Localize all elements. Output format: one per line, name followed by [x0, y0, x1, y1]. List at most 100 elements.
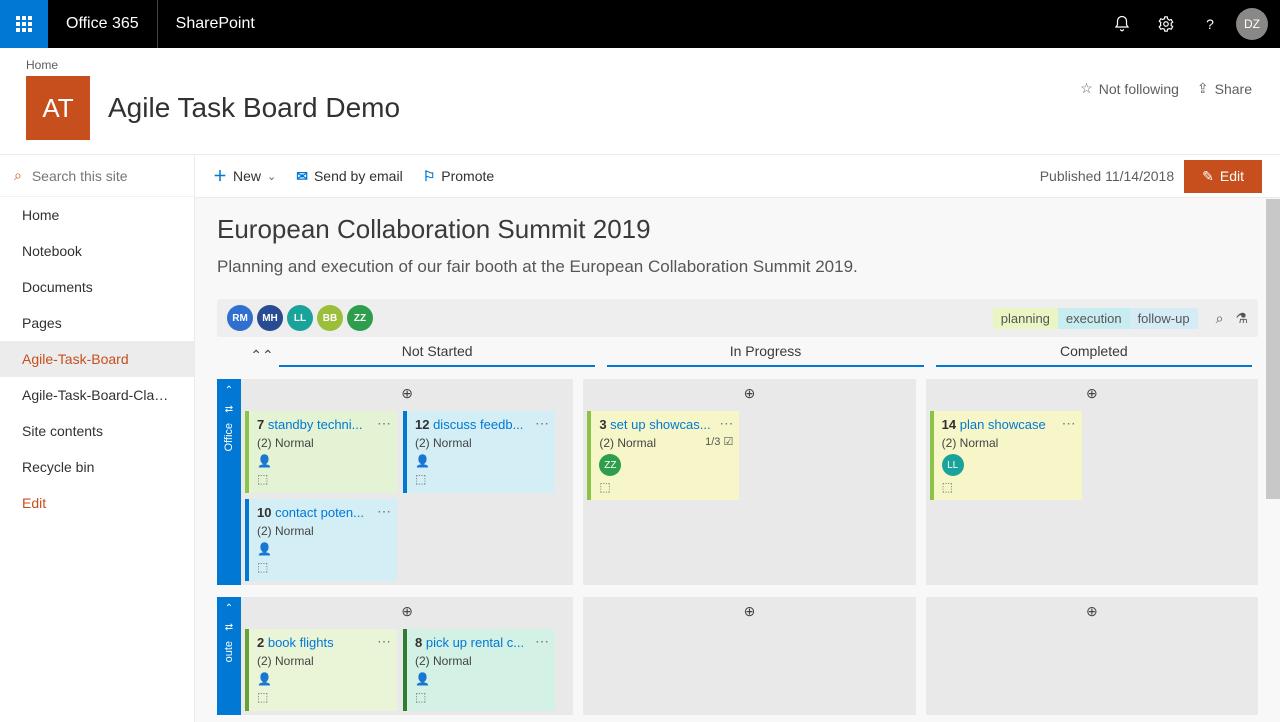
page-title: European Collaboration Summit 2019: [217, 214, 1258, 245]
card-menu-icon[interactable]: ⋯: [377, 415, 391, 432]
card-8[interactable]: ⋯8 pick up rental c... (2) Normal 👤 ⬚: [403, 629, 555, 711]
swap-icon[interactable]: ⇄: [225, 404, 233, 415]
lane-1-col-1: ⊕: [583, 597, 915, 715]
card-title: 14 plan showcase: [942, 417, 1074, 432]
card-priority: (2) Normal: [257, 524, 389, 538]
collapse-all-icon[interactable]: ⌃⌃: [251, 347, 273, 364]
settings-icon[interactable]: [1144, 0, 1188, 48]
cmd-promote[interactable]: ⚐Promote: [423, 168, 494, 185]
person-rm[interactable]: RM: [227, 305, 253, 331]
add-card-button[interactable]: ⊕: [583, 379, 915, 407]
lane-strip-office[interactable]: ⌃ ⇄ Office: [217, 379, 241, 585]
breadcrumb[interactable]: Home: [26, 58, 1260, 72]
card-title: 3 set up showcas...: [599, 417, 731, 432]
card-title: 10 contact poten...: [257, 505, 389, 520]
help-icon[interactable]: ?: [1188, 0, 1232, 48]
tag-planning[interactable]: planning: [993, 308, 1058, 329]
lane-0-col-1: ⊕ ⋯3 set up showcas...(2) Normal1/3 ☑ZZ⬚: [583, 379, 915, 585]
search-input[interactable]: [32, 168, 172, 184]
card-menu-icon[interactable]: ⋯: [377, 503, 391, 520]
person-ll[interactable]: LL: [287, 305, 313, 331]
card-7[interactable]: ⋯7 standby techni...(2) Normal👤⬚: [245, 411, 397, 493]
add-card-button[interactable]: ⊕: [583, 597, 915, 625]
tag-icon: ⬚: [415, 690, 547, 704]
brand-sharepoint[interactable]: SharePoint: [158, 0, 273, 48]
lane-label: oute: [223, 641, 235, 662]
tag-execution[interactable]: execution: [1058, 308, 1130, 329]
lane-0-col-0: ⊕⋯7 standby techni...(2) Normal👤⬚⋯12 dis…: [241, 379, 573, 585]
column-in-progress[interactable]: In Progress: [607, 343, 923, 367]
add-card-button[interactable]: ⊕: [926, 379, 1258, 407]
card-menu-icon[interactable]: ⋯: [377, 633, 391, 650]
lane-label: Office: [223, 423, 235, 452]
board-search-icon[interactable]: ⌕: [1216, 310, 1224, 327]
site-search[interactable]: ⌕: [0, 155, 194, 197]
card-10[interactable]: ⋯10 contact poten...(2) Normal👤⬚: [245, 499, 397, 581]
chevron-up-icon[interactable]: ⌃: [225, 603, 233, 614]
tag-icon: ⬚: [257, 690, 389, 704]
tag-follow-up[interactable]: follow-up: [1130, 308, 1198, 329]
person-icon: 👤: [257, 672, 389, 686]
card-title: 2 book flights: [257, 635, 389, 650]
nav-item-edit[interactable]: Edit: [0, 485, 194, 521]
edit-button[interactable]: ✎Edit: [1184, 160, 1262, 193]
pencil-icon: ✎: [1202, 168, 1214, 185]
add-card-button[interactable]: ⊕: [241, 597, 573, 625]
app-launcher[interactable]: [0, 0, 48, 48]
waffle-icon: [16, 16, 32, 32]
card-12[interactable]: ⋯12 discuss feedb...(2) Normal👤⬚: [403, 411, 555, 493]
nav-item-site-contents[interactable]: Site contents: [0, 413, 194, 449]
card-14[interactable]: ⋯14 plan showcase(2) NormalLL⬚: [930, 411, 1082, 500]
nav-item-home[interactable]: Home: [0, 197, 194, 233]
cmd-new[interactable]: ＋New⌄: [213, 166, 276, 186]
share-button[interactable]: ⇪Share: [1197, 80, 1252, 97]
person-zz[interactable]: ZZ: [347, 305, 373, 331]
user-avatar[interactable]: DZ: [1236, 8, 1268, 40]
published-date: Published 11/14/2018: [1040, 168, 1174, 184]
card-menu-icon[interactable]: ⋯: [719, 415, 733, 432]
card-priority: (2) Normal: [415, 436, 547, 450]
nav-item-pages[interactable]: Pages: [0, 305, 194, 341]
card-menu-icon[interactable]: ⋯: [535, 633, 549, 650]
person-icon: 👤: [257, 454, 389, 468]
card-priority: (2) Normal: [257, 654, 389, 668]
lane-0-col-2: ⊕ ⋯14 plan showcase(2) NormalLL⬚: [926, 379, 1258, 585]
lane-1-col-2: ⊕: [926, 597, 1258, 715]
cmd-email[interactable]: ✉Send by email: [296, 168, 402, 185]
share-icon: ⇪: [1197, 80, 1209, 97]
person-bb[interactable]: BB: [317, 305, 343, 331]
nav-item-agile-task-board-clas-[interactable]: Agile-Task-Board-Clas...: [0, 377, 194, 413]
card-title: 8 pick up rental c...: [415, 635, 547, 650]
board-filter-icon[interactable]: ⚗: [1235, 310, 1248, 327]
column-completed[interactable]: Completed: [936, 343, 1252, 367]
card-priority: (2) Normal: [257, 436, 389, 450]
nav-item-agile-task-board[interactable]: Agile-Task-Board: [0, 341, 194, 377]
chevron-up-icon[interactable]: ⌃: [225, 385, 233, 396]
column-not-started[interactable]: Not Started: [279, 343, 595, 367]
star-icon: ☆: [1080, 80, 1093, 97]
card-2[interactable]: ⋯2 book flights (2) Normal 👤 ⬚: [245, 629, 397, 711]
swap-icon[interactable]: ⇄: [225, 622, 233, 633]
assignee-avatar: ZZ: [599, 454, 621, 476]
brand-office[interactable]: Office 365: [48, 0, 158, 48]
person-icon: 👤: [415, 672, 547, 686]
person-mh[interactable]: MH: [257, 305, 283, 331]
site-tile: AT: [26, 76, 90, 140]
notifications-icon[interactable]: [1100, 0, 1144, 48]
person-icon: 👤: [415, 454, 547, 468]
add-card-button[interactable]: ⊕: [241, 379, 573, 407]
card-priority: (2) Normal: [415, 654, 547, 668]
nav-item-documents[interactable]: Documents: [0, 269, 194, 305]
card-menu-icon[interactable]: ⋯: [1062, 415, 1076, 432]
person-icon: 👤: [257, 542, 389, 556]
nav-item-notebook[interactable]: Notebook: [0, 233, 194, 269]
assignee-avatar: LL: [942, 454, 964, 476]
lane-strip-oute[interactable]: ⌃ ⇄ oute: [217, 597, 241, 715]
scrollbar[interactable]: [1266, 199, 1280, 499]
card-3[interactable]: ⋯3 set up showcas...(2) Normal1/3 ☑ZZ⬚: [587, 411, 739, 500]
card-menu-icon[interactable]: ⋯: [535, 415, 549, 432]
search-icon: ⌕: [14, 167, 22, 184]
add-card-button[interactable]: ⊕: [926, 597, 1258, 625]
follow-button[interactable]: ☆Not following: [1080, 80, 1179, 97]
nav-item-recycle-bin[interactable]: Recycle bin: [0, 449, 194, 485]
